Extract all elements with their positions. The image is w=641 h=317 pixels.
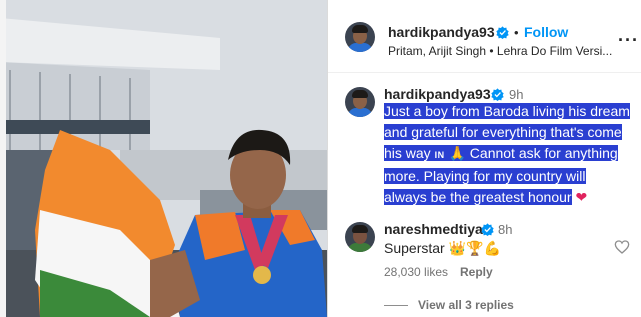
comment-text: Superstar 👑🏆💪 — [384, 240, 501, 257]
india-flag-text: IN — [434, 150, 445, 160]
replies-line — [384, 305, 408, 306]
author-username[interactable]: hardikpandya93 — [388, 24, 495, 40]
caption-line-4: more. Playing for my country will — [384, 168, 586, 184]
caption-verified-icon — [491, 88, 504, 101]
post-header: hardikpandya93 • Follow Pritam, Arijit S… — [328, 0, 641, 73]
audio-attribution[interactable]: Pritam, Arijit Singh • Lehra Do Film Ver… — [388, 44, 612, 58]
comment-text-label: Superstar — [384, 240, 445, 256]
comment-likes[interactable]: 28,030 likes — [384, 265, 448, 279]
commenter-avatar[interactable] — [345, 222, 375, 252]
commenter-username[interactable]: nareshmedtiya — [384, 221, 483, 237]
heart-like-icon[interactable] — [614, 239, 630, 255]
caption-author-username[interactable]: hardikpandya93 — [384, 86, 491, 102]
commenter-verified-icon — [481, 223, 494, 236]
post-panel: hardikpandya93 • Follow Pritam, Arijit S… — [328, 0, 641, 317]
caption-author-avatar[interactable] — [345, 87, 375, 117]
caption-line-1: Just a boy from Baroda living his dream — [384, 103, 630, 119]
red-heart-icon: ❤ — [575, 190, 588, 206]
caption-line-5: always be the greatest honour — [384, 189, 572, 205]
view-replies-button[interactable]: View all 3 replies — [418, 298, 514, 312]
more-options-icon[interactable]: ··· — [618, 30, 639, 51]
verified-badge-icon — [496, 26, 509, 39]
folded-hands-icon: 🙏 — [448, 146, 466, 162]
caption-line-3a: his way — [384, 145, 431, 161]
crown-trophy-muscle-icon: 👑🏆💪 — [448, 241, 501, 257]
author-avatar[interactable] — [345, 22, 375, 52]
comment-time[interactable]: 8h — [498, 222, 512, 237]
header-separator: • — [514, 25, 519, 40]
post-photo[interactable] — [0, 0, 327, 317]
caption-time[interactable]: 9h — [509, 87, 523, 102]
caption-line-2: and grateful for everything that's come — [384, 124, 622, 140]
follow-button[interactable]: Follow — [524, 24, 568, 40]
photo-frame — [0, 0, 6, 317]
reply-button[interactable]: Reply — [460, 265, 493, 279]
caption-text: Just a boy from Baroda living his dream … — [384, 101, 640, 209]
photo-illustration — [0, 0, 327, 317]
caption-line-3b: Cannot ask for anything — [469, 145, 618, 161]
